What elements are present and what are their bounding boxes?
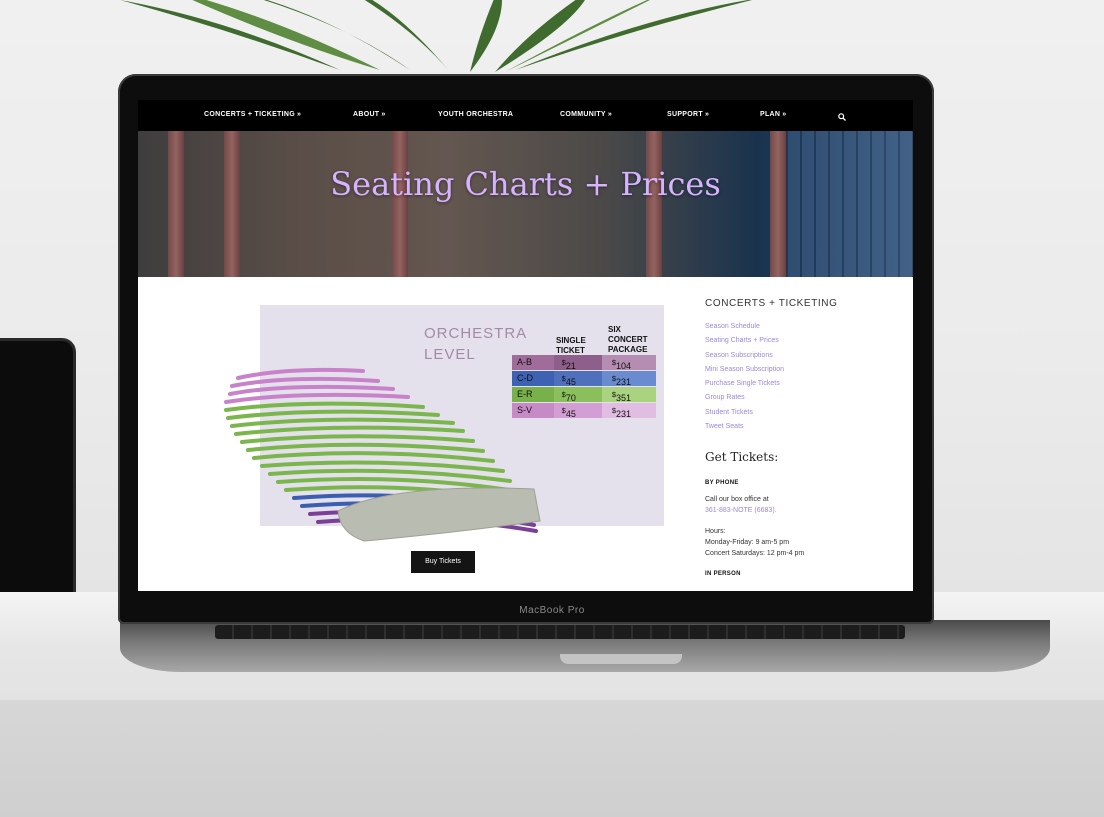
nav-item-label: PLAN — [760, 111, 781, 118]
price-value: 45 — [565, 377, 576, 387]
nav-item-support[interactable]: SUPPORT» — [667, 111, 709, 118]
sidebar-heading: CONCERTS + TICKETING — [705, 298, 838, 309]
seat-row-green[interactable] — [252, 451, 495, 463]
sidebar-link-season-schedule[interactable]: Season Schedule — [705, 320, 905, 334]
price-package: $231 — [606, 403, 656, 419]
hours-weekday: Monday-Friday: 9 am-5 pm — [705, 539, 790, 547]
sidebar-link-single-tickets[interactable]: Purchase Single Tickets — [705, 377, 905, 391]
price-single: $21 — [556, 355, 606, 371]
seat-row-pink[interactable] — [236, 367, 365, 380]
price-value: 45 — [565, 409, 576, 419]
price-single: $45 — [556, 371, 606, 387]
nav-item-label: ABOUT — [353, 111, 380, 118]
get-tickets-heading: Get Tickets: — [705, 450, 779, 465]
seat-row-pink[interactable] — [230, 376, 380, 388]
chevron-down-icon: » — [782, 111, 787, 118]
nav-item-label: CONCERTS + TICKETING — [204, 111, 295, 118]
price-package: $231 — [606, 371, 656, 387]
seat-row-green[interactable] — [230, 417, 455, 428]
sidebar-link-student-tickets[interactable]: Student Tickets — [705, 406, 905, 420]
price-value: 231 — [616, 409, 632, 419]
sidebar-link-season-subscriptions[interactable]: Season Subscriptions — [705, 349, 905, 363]
seat-row-green[interactable] — [246, 442, 485, 453]
nav-item-plan[interactable]: PLAN» — [760, 111, 786, 118]
chevron-down-icon: » — [381, 111, 386, 118]
browser-viewport[interactable]: CONCERTS + TICKETING» ABOUT» YOUTH ORCHE… — [138, 100, 913, 591]
seat-row-green[interactable] — [240, 434, 475, 444]
nav-item-youth-orchestra[interactable]: YOUTH ORCHESTRA — [438, 111, 513, 118]
in-person-label: IN PERSON — [705, 571, 741, 578]
nav-item-community[interactable]: COMMUNITY» — [560, 111, 612, 118]
price-value: 351 — [616, 393, 632, 403]
nav-item-label: YOUTH ORCHESTRA — [438, 111, 514, 118]
header-line: CONCERT — [608, 335, 648, 344]
six-concert-package-header: SIX CONCERT PACKAGE — [608, 325, 648, 355]
header-line: SIX — [608, 325, 621, 334]
laptop-opening-notch — [560, 654, 682, 664]
hero-overlay — [138, 131, 913, 277]
nav-item-label: SUPPORT — [667, 111, 703, 118]
nav-item-about[interactable]: ABOUT» — [353, 111, 386, 118]
price-value: 70 — [565, 393, 576, 403]
level-title-line: ORCHESTRA — [424, 325, 528, 342]
seat-row-green[interactable] — [226, 409, 440, 420]
price-package: $104 — [606, 355, 656, 371]
call-text: Call our box office at — [705, 496, 769, 504]
desk-edge — [0, 700, 1104, 817]
seat-row-pink[interactable] — [228, 384, 395, 396]
sidebar-link-tweet-seats[interactable]: Tweet Seats — [705, 420, 905, 434]
single-ticket-header: SINGLE TICKET — [556, 336, 586, 356]
price-value: 21 — [565, 361, 576, 371]
price-single: $70 — [556, 387, 606, 403]
chevron-down-icon: » — [607, 111, 613, 118]
seat-row-green[interactable] — [234, 425, 465, 436]
sidebar: CONCERTS + TICKETING Season Schedule Sea… — [705, 298, 905, 585]
price-value: 231 — [616, 377, 632, 387]
seat-row-pink[interactable] — [224, 392, 410, 404]
stage — [337, 487, 541, 542]
sidebar-link-group-rates[interactable]: Group Rates — [705, 391, 905, 405]
by-phone-label: BY PHONE — [705, 480, 739, 487]
hero-banner: Seating Charts + Prices — [138, 131, 913, 277]
main-navigation: CONCERTS + TICKETING» ABOUT» YOUTH ORCHE… — [138, 100, 913, 131]
phone-link[interactable]: 361-883-NOTE (6683). — [705, 505, 905, 516]
chevron-down-icon: » — [296, 111, 302, 118]
price-single: $45 — [556, 403, 606, 419]
seat-row-green[interactable] — [224, 401, 425, 412]
search-icon[interactable] — [838, 113, 846, 121]
hours-concert: Concert Saturdays: 12 pm-4 pm — [705, 550, 805, 558]
nav-item-concerts-ticketing[interactable]: CONCERTS + TICKETING» — [204, 111, 301, 118]
nav-item-label: COMMUNITY — [560, 111, 606, 118]
chevron-down-icon: » — [704, 111, 710, 118]
sidebar-link-mini-season[interactable]: Mini Season Subscription — [705, 363, 905, 377]
sidebar-link-seating-charts[interactable]: Seating Charts + Prices — [705, 334, 905, 348]
header-line: PACKAGE — [608, 345, 648, 354]
price-package: $351 — [606, 387, 656, 403]
laptop-keyboard — [215, 625, 905, 639]
hours-label: Hours: — [705, 528, 726, 536]
page-title: Seating Charts + Prices — [330, 165, 721, 203]
buy-tickets-button[interactable]: Buy Tickets — [411, 551, 475, 573]
header-line: SINGLE — [556, 336, 586, 345]
laptop-model-label: MacBook Pro — [519, 605, 585, 616]
plant-decoration — [120, 0, 752, 72]
price-value: 104 — [616, 361, 632, 371]
